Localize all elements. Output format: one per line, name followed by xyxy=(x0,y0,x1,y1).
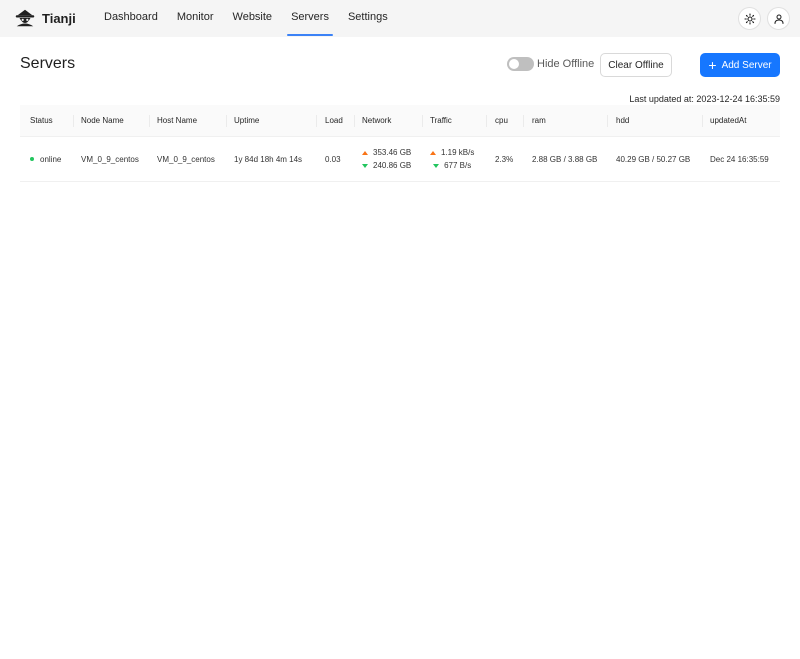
clear-offline-button[interactable]: Clear Offline xyxy=(600,53,672,77)
nav-servers[interactable]: Servers xyxy=(283,0,337,37)
online-status-dot-icon xyxy=(30,157,34,161)
toggle-knob xyxy=(509,59,519,69)
download-arrow-icon xyxy=(433,163,440,168)
column-header-cpu[interactable]: cpu xyxy=(495,105,508,136)
column-divider xyxy=(354,115,355,127)
page-title: Servers xyxy=(20,55,76,72)
column-divider xyxy=(486,115,487,127)
column-header-network[interactable]: Network xyxy=(362,105,391,136)
user-menu-button[interactable] xyxy=(767,7,790,30)
brand[interactable]: Tianji xyxy=(14,7,76,29)
sun-icon xyxy=(743,12,756,25)
brand-name: Tianji xyxy=(42,10,76,26)
status-text: online xyxy=(40,154,62,164)
column-divider xyxy=(149,115,150,127)
add-server-button[interactable]: + Add Server xyxy=(700,53,780,77)
table-row[interactable]: online VM_0_9_centos VM_0_9_centos 1y 84… xyxy=(20,137,780,182)
hide-offline-label: Hide Offline xyxy=(537,58,595,70)
column-header-uptime[interactable]: Uptime xyxy=(234,105,259,136)
column-divider xyxy=(422,115,423,127)
nav-settings[interactable]: Settings xyxy=(340,0,396,37)
node-name-cell: VM_0_9_centos xyxy=(81,154,139,164)
hide-offline-control: Hide Offline xyxy=(507,57,594,71)
servers-table: Status Node Name Host Name Uptime Load N… xyxy=(20,105,780,182)
traffic-cell: 1.19 kB/s 677 B/s xyxy=(430,137,474,181)
user-icon xyxy=(774,14,783,24)
nav-monitor[interactable]: Monitor xyxy=(169,0,222,37)
upload-arrow-icon xyxy=(430,150,436,155)
updated-at-cell: Dec 24 16:35:59 xyxy=(710,154,769,164)
theme-toggle-button[interactable] xyxy=(738,7,761,30)
nav-website[interactable]: Website xyxy=(225,0,281,37)
column-header-node-name[interactable]: Node Name xyxy=(81,105,124,136)
column-divider xyxy=(523,115,524,127)
nav-dashboard[interactable]: Dashboard xyxy=(96,0,166,37)
hide-offline-toggle[interactable] xyxy=(507,57,534,71)
column-header-load[interactable]: Load xyxy=(325,105,343,136)
network-cell: 353.46 GB 240.86 GB xyxy=(362,137,411,181)
column-header-traffic[interactable]: Traffic xyxy=(430,105,452,136)
add-server-label: Add Server xyxy=(721,59,772,71)
column-divider xyxy=(316,115,317,127)
column-divider xyxy=(73,115,74,127)
traffic-down-value: 677 B/s xyxy=(444,161,472,170)
host-name-cell: VM_0_9_centos xyxy=(157,154,215,164)
last-updated-text: Last updated at: 2023-12-24 16:35:59 xyxy=(629,94,780,104)
hdd-cell: 40.29 GB / 50.27 GB xyxy=(616,154,691,164)
column-divider xyxy=(607,115,608,127)
uptime-cell: 1y 84d 18h 4m 14s xyxy=(234,154,303,164)
column-header-ram[interactable]: ram xyxy=(532,105,546,136)
column-divider xyxy=(226,115,227,127)
network-down-value: 240.86 GB xyxy=(373,161,412,170)
table-header: Status Node Name Host Name Uptime Load N… xyxy=(20,105,780,137)
column-divider xyxy=(702,115,703,127)
traffic-up-value: 1.19 kB/s xyxy=(441,148,475,157)
upload-arrow-icon xyxy=(362,150,368,155)
network-up-value: 353.46 GB xyxy=(373,148,412,157)
ram-cell: 2.88 GB / 3.88 GB xyxy=(532,154,598,164)
plus-icon: + xyxy=(708,57,717,73)
column-header-hdd[interactable]: hdd xyxy=(616,105,629,136)
column-header-updated-at[interactable]: updatedAt xyxy=(710,105,746,136)
status-cell: online xyxy=(30,137,61,181)
download-arrow-icon xyxy=(362,163,368,168)
cpu-cell: 2.3% xyxy=(495,154,514,164)
main-nav: Dashboard Monitor Website Servers Settin… xyxy=(96,0,399,37)
tianji-logo-icon xyxy=(15,9,35,27)
load-cell: 0.03 xyxy=(325,154,341,164)
column-header-status[interactable]: Status xyxy=(30,105,53,136)
column-header-host-name[interactable]: Host Name xyxy=(157,105,197,136)
top-navbar: Tianji Dashboard Monitor Website Servers… xyxy=(0,0,800,37)
